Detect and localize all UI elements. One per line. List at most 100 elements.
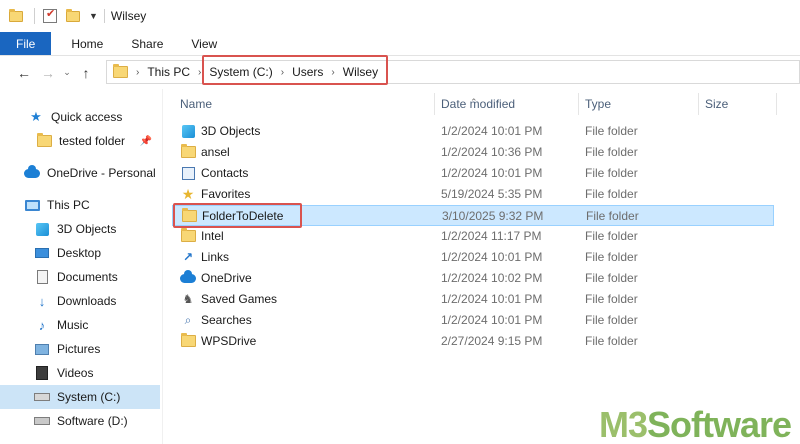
column-resize-handle[interactable] (434, 93, 435, 115)
breadcrumb-this-pc[interactable]: This PC (147, 65, 190, 79)
nav-item-label: Videos (57, 366, 94, 380)
file-name-cell: ansel (180, 144, 230, 160)
cube-icon (180, 123, 196, 139)
nav-item-label: Quick access (51, 110, 123, 124)
folder-icon (180, 333, 196, 349)
address-highlight-box (202, 55, 388, 85)
documents-icon (34, 269, 50, 285)
pane-divider[interactable] (162, 89, 163, 444)
tab-share[interactable]: Share (117, 32, 177, 55)
column-resize-handle[interactable] (578, 93, 579, 115)
nav-item-label: 3D Objects (57, 222, 117, 236)
tab-file[interactable]: File (0, 32, 52, 55)
column-headers: ⌃ Name Date modified Type Size (172, 89, 800, 117)
nav-item-downloads[interactable]: ↓ Downloads (0, 289, 160, 313)
videos-icon (34, 365, 50, 381)
column-resize-handle[interactable] (698, 93, 699, 115)
pin-icon[interactable]: 📌 (140, 136, 152, 147)
tab-home[interactable]: Home (51, 32, 117, 55)
folder-icon (36, 133, 52, 149)
folder-icon (113, 64, 128, 78)
file-row-links[interactable]: ↗ Links 1/2/2024 10:01 PM File folder (172, 247, 774, 268)
file-row-intel[interactable]: Intel 1/2/2024 11:17 PM File folder (172, 226, 774, 247)
nav-item-label: This PC (47, 198, 90, 212)
file-name: Intel (201, 229, 224, 243)
column-header-type[interactable]: Type (585, 97, 611, 111)
column-resize-handle[interactable] (776, 93, 777, 115)
nav-item-onedrive[interactable]: OneDrive - Personal (0, 161, 160, 185)
nav-item-this-pc[interactable]: This PC (0, 193, 160, 217)
chevron-right-icon[interactable]: › (136, 67, 139, 78)
file-name: OneDrive (201, 271, 252, 285)
properties-icon[interactable] (43, 7, 57, 23)
nav-item-label: Pictures (57, 342, 101, 356)
customize-toolbar-icon[interactable]: ▼ (89, 11, 98, 21)
file-row-ansel[interactable]: ansel 1/2/2024 10:36 PM File folder (172, 142, 774, 163)
nav-item-label: OneDrive - Personal (47, 166, 156, 180)
folder-icon (180, 144, 196, 160)
nav-item-3d-objects[interactable]: 3D Objects (0, 217, 160, 241)
nav-item-software-d[interactable]: Software (D:) (0, 409, 160, 433)
file-name: Searches (201, 313, 252, 327)
file-type: File folder (585, 145, 638, 159)
file-type: File folder (585, 271, 638, 285)
file-date: 3/10/2025 9:32 PM (442, 209, 544, 223)
column-header-name[interactable]: Name (180, 97, 212, 111)
nav-item-videos[interactable]: Videos (0, 361, 160, 385)
contacts-icon (180, 165, 196, 181)
chevron-right-icon[interactable]: › (198, 67, 201, 78)
nav-item-label: Software (D:) (57, 414, 128, 428)
file-row-contacts[interactable]: Contacts 1/2/2024 10:01 PM File folder (172, 163, 774, 184)
column-header-size[interactable]: Size (705, 97, 728, 111)
file-name: Contacts (201, 166, 249, 180)
file-name: Links (201, 250, 230, 264)
folder-icon[interactable] (8, 8, 24, 24)
saved-games-icon: ♞ (182, 292, 194, 306)
desktop-icon (34, 245, 50, 261)
recent-locations-icon[interactable]: ⌄ (60, 67, 74, 78)
nav-item-music[interactable]: ♪ Music (0, 313, 160, 337)
file-date: 1/2/2024 10:02 PM (441, 271, 543, 285)
file-row-saved-games[interactable]: ♞ Saved Games 1/2/2024 10:01 PM File fold… (172, 289, 774, 310)
navigation-pane: ★ Quick access tested folder 📌 OneDrive … (0, 89, 160, 444)
onedrive-icon (180, 269, 196, 286)
file-date: 1/2/2024 10:01 PM (441, 124, 543, 138)
file-row-searches[interactable]: ⌕ Searches 1/2/2024 10:01 PM File folder (172, 310, 774, 331)
column-header-date[interactable]: Date modified (441, 97, 515, 111)
file-name-cell: ★ Favorites (180, 186, 251, 202)
file-type: File folder (585, 250, 638, 264)
file-name-cell: Contacts (180, 165, 248, 181)
new-folder-icon[interactable] (65, 8, 81, 24)
file-name: 3D Objects (201, 124, 261, 138)
file-date: 1/2/2024 10:36 PM (441, 145, 543, 159)
tab-view[interactable]: View (177, 32, 231, 55)
nav-item-documents[interactable]: Documents (0, 265, 160, 289)
nav-item-quick-access[interactable]: ★ Quick access (0, 105, 160, 129)
nav-item-label: tested folder (59, 134, 126, 148)
back-arrow-icon[interactable]: ← (12, 65, 36, 81)
nav-item-system-c[interactable]: System (C:) (0, 385, 160, 409)
nav-item-label: Downloads (57, 294, 117, 308)
nav-item-label: System (C:) (57, 390, 121, 404)
nav-item-pictures[interactable]: Pictures (0, 337, 160, 361)
file-date: 1/2/2024 10:01 PM (441, 166, 543, 180)
nav-item-desktop[interactable]: Desktop (0, 241, 160, 265)
pictures-icon (34, 341, 50, 357)
file-name-cell: 3D Objects (180, 123, 260, 139)
nav-item-tested-folder[interactable]: tested folder 📌 (0, 129, 160, 153)
forward-arrow-icon[interactable]: → (36, 65, 60, 81)
links-icon: ↗ (182, 250, 194, 264)
file-type: File folder (585, 334, 638, 348)
file-name-cell: OneDrive (180, 269, 252, 286)
folder-icon (180, 228, 196, 244)
file-row-3d-objects[interactable]: 3D Objects 1/2/2024 10:01 PM File folder (172, 121, 774, 142)
file-name: WPSDrive (201, 334, 257, 348)
file-row-wpsdrive[interactable]: WPSDrive 2/27/2024 9:15 PM File folder (172, 331, 774, 352)
file-type: File folder (586, 209, 639, 223)
nav-item-label: Music (57, 318, 89, 332)
up-arrow-icon[interactable]: ↑ (74, 65, 98, 81)
file-row-favorites[interactable]: ★ Favorites 5/19/2024 5:35 PM File folder (172, 184, 774, 205)
file-row-onedrive[interactable]: OneDrive 1/2/2024 10:02 PM File folder (172, 268, 774, 289)
file-date: 2/27/2024 9:15 PM (441, 334, 543, 348)
logo-prefix: M3 (599, 404, 648, 444)
